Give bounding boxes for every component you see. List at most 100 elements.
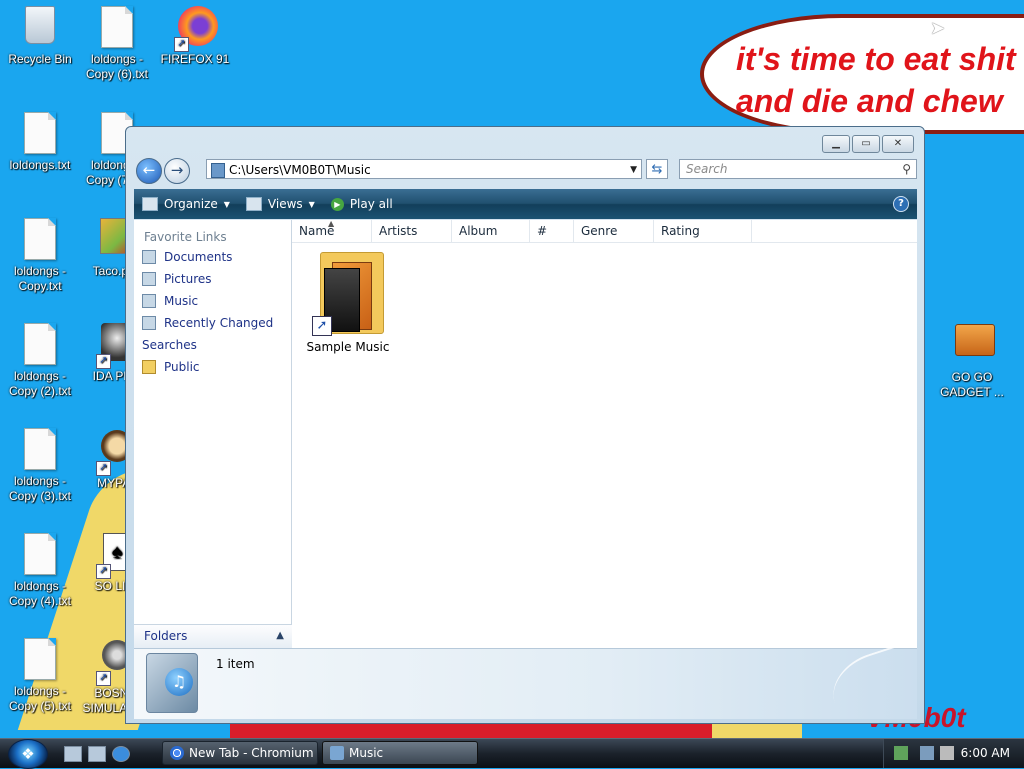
sidebar-item-label: Recently Changed bbox=[164, 316, 274, 330]
internet-explorer-icon[interactable] bbox=[112, 746, 130, 762]
desktop-icon-loldongs-copy-3[interactable]: loldongs - Copy (3).txt bbox=[0, 424, 80, 504]
explorer-window: ▁ ▭ ✕ ← → C:\Users\VM0B0T\Music ▼ ⇆ Sear… bbox=[125, 126, 925, 726]
address-bar[interactable]: C:\Users\VM0B0T\Music ▼ bbox=[206, 159, 642, 179]
music-library-icon: ♫ bbox=[146, 653, 198, 713]
folders-label: Folders bbox=[144, 629, 188, 643]
column-album[interactable]: Album bbox=[452, 220, 530, 242]
sidebar-item-documents[interactable]: Documents bbox=[134, 246, 291, 268]
wallpaper-speech-bubble: it's time to eat shit and die and chew bbox=[700, 14, 1024, 134]
desktop-icon-loldongs-copy-2[interactable]: loldongs - Copy (2).txt bbox=[0, 319, 80, 399]
sidebar-item-searches[interactable]: Searches bbox=[134, 222, 693, 356]
switch-windows-icon[interactable] bbox=[88, 746, 106, 762]
taskbar-button-chromium[interactable]: New Tab - Chromium bbox=[162, 741, 318, 765]
refresh-button[interactable]: ⇆ bbox=[646, 159, 668, 179]
details-pane: ♫ 1 item bbox=[134, 644, 919, 726]
show-desktop-icon[interactable] bbox=[64, 746, 82, 762]
desktop-icon-label: loldongs - Copy (6).txt bbox=[85, 52, 148, 81]
arrow-right-icon: → bbox=[170, 161, 184, 179]
recycle-bin-icon bbox=[23, 6, 57, 48]
shortcut-arrow-icon: ➚ bbox=[312, 316, 332, 336]
back-button[interactable]: ← bbox=[136, 158, 162, 184]
documents-icon bbox=[142, 250, 156, 264]
folders-toggle[interactable]: Folders ▲ bbox=[134, 624, 292, 648]
text-file-icon bbox=[24, 218, 56, 260]
decorative-swoosh bbox=[823, 644, 919, 726]
arrow-left-icon: ← bbox=[142, 161, 156, 179]
language-icon[interactable] bbox=[894, 746, 908, 760]
shortcut-arrow-icon: ➚ bbox=[174, 37, 189, 52]
desktop-icon-label: loldongs - Copy (2).txt bbox=[8, 369, 71, 398]
text-file-icon bbox=[101, 6, 133, 48]
recently-changed-icon bbox=[142, 316, 156, 330]
command-toolbar: Organize ▼ Views ▼ ▶ Play all ? bbox=[134, 189, 917, 219]
clock[interactable]: 6:00 AM bbox=[961, 739, 1010, 768]
sidebar-item-music[interactable]: Music bbox=[134, 290, 291, 312]
sidebar-item-label: Music bbox=[164, 294, 199, 308]
desktop-icon-label: loldongs - Copy (3).txt bbox=[8, 474, 71, 503]
minimize-button[interactable]: ▁ bbox=[822, 135, 850, 153]
text-file-icon bbox=[24, 428, 56, 470]
column-rating[interactable]: Rating bbox=[654, 220, 752, 242]
desktop-icon-label: loldongs.txt bbox=[9, 158, 71, 172]
maximize-button[interactable]: ▭ bbox=[852, 135, 880, 153]
address-text: C:\Users\VM0B0T\Music bbox=[229, 163, 371, 177]
text-file-icon bbox=[24, 533, 56, 575]
search-icon[interactable]: ⚲ bbox=[902, 160, 911, 179]
sidebar-item-pictures[interactable]: Pictures bbox=[134, 268, 291, 290]
taskbar-button-music[interactable]: Music bbox=[322, 741, 478, 765]
desktop-icon-go-go-gadget[interactable]: GO GO GADGET ... bbox=[932, 314, 1012, 400]
views-button[interactable]: Views ▼ bbox=[238, 197, 323, 211]
column-name[interactable]: ▲ Name bbox=[292, 219, 372, 242]
pictures-icon bbox=[142, 272, 156, 286]
file-item-sample-music[interactable]: ➚ Sample Music bbox=[298, 248, 398, 354]
system-tray: 6:00 AM bbox=[883, 739, 1024, 768]
music-folder-icon bbox=[330, 746, 344, 760]
forward-button[interactable]: → bbox=[164, 158, 190, 184]
search-placeholder: Search bbox=[686, 162, 728, 176]
favorite-links-title: Favorite Links bbox=[144, 230, 227, 244]
refresh-icon: ⇆ bbox=[651, 162, 663, 177]
network-icon[interactable] bbox=[920, 746, 934, 760]
item-count: 1 item bbox=[216, 657, 255, 671]
organize-button[interactable]: Organize ▼ bbox=[134, 197, 238, 211]
mouse-cursor-icon: ➤ bbox=[930, 18, 946, 39]
desktop-icon-loldongs-copy[interactable]: loldongs - Copy.txt bbox=[0, 214, 80, 294]
chevron-up-icon: ▲ bbox=[276, 630, 284, 641]
views-label: Views bbox=[267, 197, 303, 211]
taskbar: ❖ New Tab - Chromium Music 6:00 AM bbox=[0, 738, 1024, 769]
dropdown-icon[interactable]: ▼ bbox=[630, 160, 637, 180]
taskbar-button-label: Music bbox=[349, 746, 384, 760]
column-genre[interactable]: Genre bbox=[574, 220, 654, 242]
music-folder-icon bbox=[211, 163, 225, 178]
shortcut-arrow-icon: ➚ bbox=[96, 671, 111, 686]
firefox-icon: ➚ bbox=[174, 6, 218, 52]
desktop-icon-loldongs-copy-5[interactable]: loldongs - Copy (5).txt bbox=[0, 634, 80, 714]
chromium-icon bbox=[170, 746, 184, 760]
desktop-icon-firefox[interactable]: ➚ FIREFOX 91 bbox=[155, 2, 235, 67]
search-input[interactable]: Search ⚲ bbox=[679, 159, 917, 179]
shortcut-arrow-icon: ➚ bbox=[96, 461, 111, 476]
desktop-icon-loldongs-copy-4[interactable]: loldongs - Copy (4).txt bbox=[0, 529, 80, 609]
desktop-icon-loldongs-copy-6[interactable]: loldongs - Copy (6).txt bbox=[77, 2, 157, 82]
address-row: ← → C:\Users\VM0B0T\Music ▼ ⇆ Search ⚲ bbox=[134, 157, 917, 184]
sidebar-item-public[interactable]: Public bbox=[134, 356, 291, 378]
sort-ascending-icon: ▲ bbox=[328, 219, 335, 228]
desktop-icon-label: Recycle Bin bbox=[8, 52, 72, 66]
play-all-button[interactable]: ▶ Play all bbox=[323, 197, 401, 211]
text-file-icon bbox=[24, 323, 56, 365]
organize-label: Organize bbox=[164, 197, 218, 211]
volume-muted-icon[interactable] bbox=[940, 746, 954, 760]
wallpaper-yellow-band bbox=[712, 722, 802, 738]
desktop-icon-label: loldongs - Copy (5).txt bbox=[8, 684, 71, 713]
column-artists[interactable]: Artists bbox=[372, 220, 452, 242]
start-button[interactable]: ❖ bbox=[8, 739, 48, 769]
sidebar-item-label: Pictures bbox=[164, 272, 212, 286]
help-button[interactable]: ? bbox=[893, 196, 909, 212]
sidebar-item-recently-changed[interactable]: Recently Changed bbox=[134, 312, 291, 334]
music-folder-shortcut-icon: ➚ bbox=[310, 248, 386, 336]
column-number[interactable]: # bbox=[530, 220, 574, 242]
desktop-icon-loldongs[interactable]: loldongs.txt bbox=[0, 108, 80, 173]
desktop-icon-recycle-bin[interactable]: Recycle Bin bbox=[0, 2, 80, 67]
chevron-down-icon: ▼ bbox=[308, 199, 315, 209]
close-button[interactable]: ✕ bbox=[882, 135, 914, 153]
